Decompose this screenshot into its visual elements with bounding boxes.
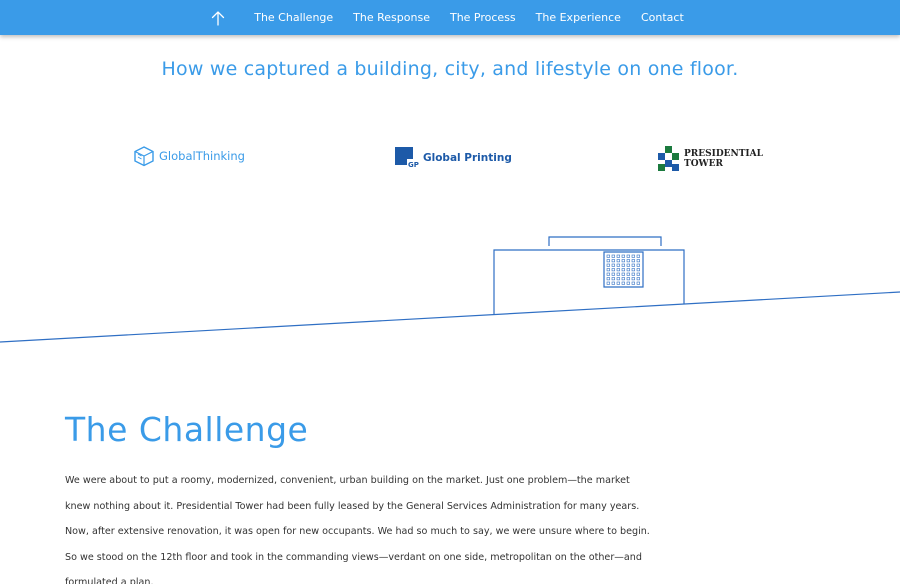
window-cell [631,263,635,267]
presidential-tower-mark-icon [658,146,679,171]
window-cell [621,277,625,281]
window-cell [621,272,625,276]
global-thinking-wordmark: GlobalThinking [159,149,245,163]
tagline: How we captured a building, city, and li… [161,58,739,80]
svg-text:GP: GP [408,161,419,169]
section-title-challenge: The Challenge [65,410,309,449]
global-printing-mark-icon: GP [395,147,419,169]
window-cell [636,281,640,285]
window-cell [626,254,630,258]
window-cell [616,268,620,272]
nav-links: The Challenge The Response The Process T… [208,8,694,28]
window-cell [631,259,635,263]
window-cell [616,281,620,285]
window-cell [606,277,610,281]
window-cell [616,259,620,263]
nav-link-the-experience[interactable]: The Experience [536,11,621,24]
window-cell [606,268,610,272]
presidential-tower-wordmark: PRESIDENTIAL TOWER [684,149,763,169]
window-cell [621,259,625,263]
window-cell [631,277,635,281]
window-cell [636,277,640,281]
nav-link-the-challenge[interactable]: The Challenge [254,11,333,24]
window-cell [606,254,610,258]
window-cell [621,281,625,285]
top-navigation: The Challenge The Response The Process T… [0,0,900,35]
window-cell [611,263,615,267]
window-cell [626,272,630,276]
window-cell [621,254,625,258]
window-cell [616,277,620,281]
global-thinking-logo: GlobalThinking [133,145,245,167]
window-cell [616,254,620,258]
window-cell [631,281,635,285]
window-cell [611,272,615,276]
building-illustration [0,236,900,343]
window-cell [611,277,615,281]
building-rooftop [548,236,662,246]
global-thinking-cube-icon [134,146,154,167]
window-cell [611,268,615,272]
horizon-line [0,291,900,343]
nav-link-the-response[interactable]: The Response [353,11,430,24]
window-cell [631,272,635,276]
window-cell [636,263,640,267]
window-cell [626,268,630,272]
presidential-tower-logo: PRESIDENTIAL TOWER [658,146,763,172]
window-cell [611,254,615,258]
arrow-up-icon[interactable] [208,8,228,28]
window-cell [621,268,625,272]
window-cell [626,281,630,285]
window-cell [636,254,640,258]
window-cell [616,263,620,267]
window-cell [626,277,630,281]
window-cell [606,259,610,263]
window-cell [606,281,610,285]
window-cell [611,259,615,263]
building-windows [606,254,640,285]
window-cell [636,268,640,272]
window-cell [631,254,635,258]
global-printing-wordmark: Global Printing [423,152,512,164]
nav-link-the-process[interactable]: The Process [450,11,516,24]
global-printing-logo: GP Global Printing [395,147,512,169]
window-cell [636,259,640,263]
window-cell [636,272,640,276]
window-cell [631,268,635,272]
window-cell [606,272,610,276]
nav-link-contact[interactable]: Contact [641,11,684,24]
challenge-body-text: We were about to put a roomy, modernized… [65,475,650,584]
window-cell [626,259,630,263]
window-cell [616,272,620,276]
window-cell [611,281,615,285]
window-cell [626,263,630,267]
window-cell [606,263,610,267]
window-cell [621,263,625,267]
